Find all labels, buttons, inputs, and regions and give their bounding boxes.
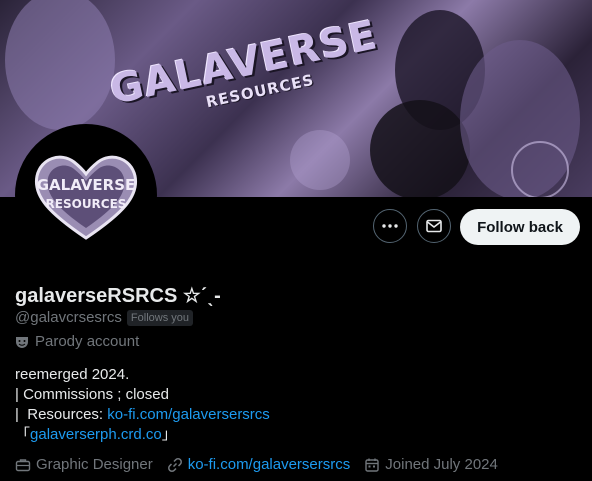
bio-line-4: 「galaverserph.crd.co」: [15, 425, 270, 445]
more-horizontal-icon: [382, 224, 398, 228]
avatar-logo: GALAVERSE RESOURCES: [34, 155, 138, 240]
bio-bracket-close: 」: [161, 426, 177, 443]
calendar-icon: [365, 458, 379, 472]
joined-item: Joined July 2024: [364, 456, 498, 473]
follows-you-badge: Follows you: [126, 309, 193, 326]
avatar[interactable]: GALAVERSE RESOURCES: [15, 124, 157, 266]
avatar-text-top: GALAVERSE: [37, 176, 136, 194]
avatar-text-bottom: RESOURCES: [46, 197, 127, 211]
bio-resources-label: | Resources:: [15, 406, 108, 423]
bio-line-1: reemerged 2024.: [15, 366, 130, 383]
profile-meta: Graphic Designer ko-fi.com/galaversersrc…: [15, 456, 498, 473]
website-link[interactable]: ko-fi.com/galaversersrcs: [188, 456, 351, 473]
profession-item: Graphic Designer: [15, 456, 153, 473]
name-row: galaverseRSRCS ☆ˊˎ-: [15, 283, 221, 308]
joined-text: Joined July 2024: [385, 456, 498, 473]
profession-text: Graphic Designer: [36, 456, 153, 473]
link-icon: [167, 457, 182, 472]
handle: @galavcrsesrcs: [15, 309, 122, 326]
parody-label: Parody account: [15, 333, 139, 350]
bio-bracket-open: 「: [15, 426, 31, 443]
theater-mask-icon: [16, 336, 28, 348]
bio-kofi-link[interactable]: ko-fi.com/galaversersrcs: [107, 406, 270, 423]
bio-line-2: | Commissions ; closed: [15, 386, 169, 403]
bio-line-3: | Resources: ko-fi.com/galaversersrcs: [15, 405, 270, 425]
bio-carrd-link[interactable]: galaverserph.crd.co: [30, 426, 162, 443]
parody-text: Parody account: [35, 333, 140, 350]
website-item[interactable]: ko-fi.com/galaversersrcs: [167, 456, 351, 473]
display-name: galaverseRSRCS ☆ˊˎ-: [15, 285, 221, 307]
more-button[interactable]: [373, 209, 407, 243]
handle-row: @galavcrsesrcs Follows you: [15, 309, 193, 326]
envelope-icon: [426, 219, 442, 233]
bio: reemerged 2024. | Commissions ; closed |…: [15, 365, 270, 445]
message-button[interactable]: [417, 209, 451, 243]
briefcase-icon: [15, 458, 31, 471]
follow-back-button[interactable]: Follow back: [460, 209, 580, 245]
